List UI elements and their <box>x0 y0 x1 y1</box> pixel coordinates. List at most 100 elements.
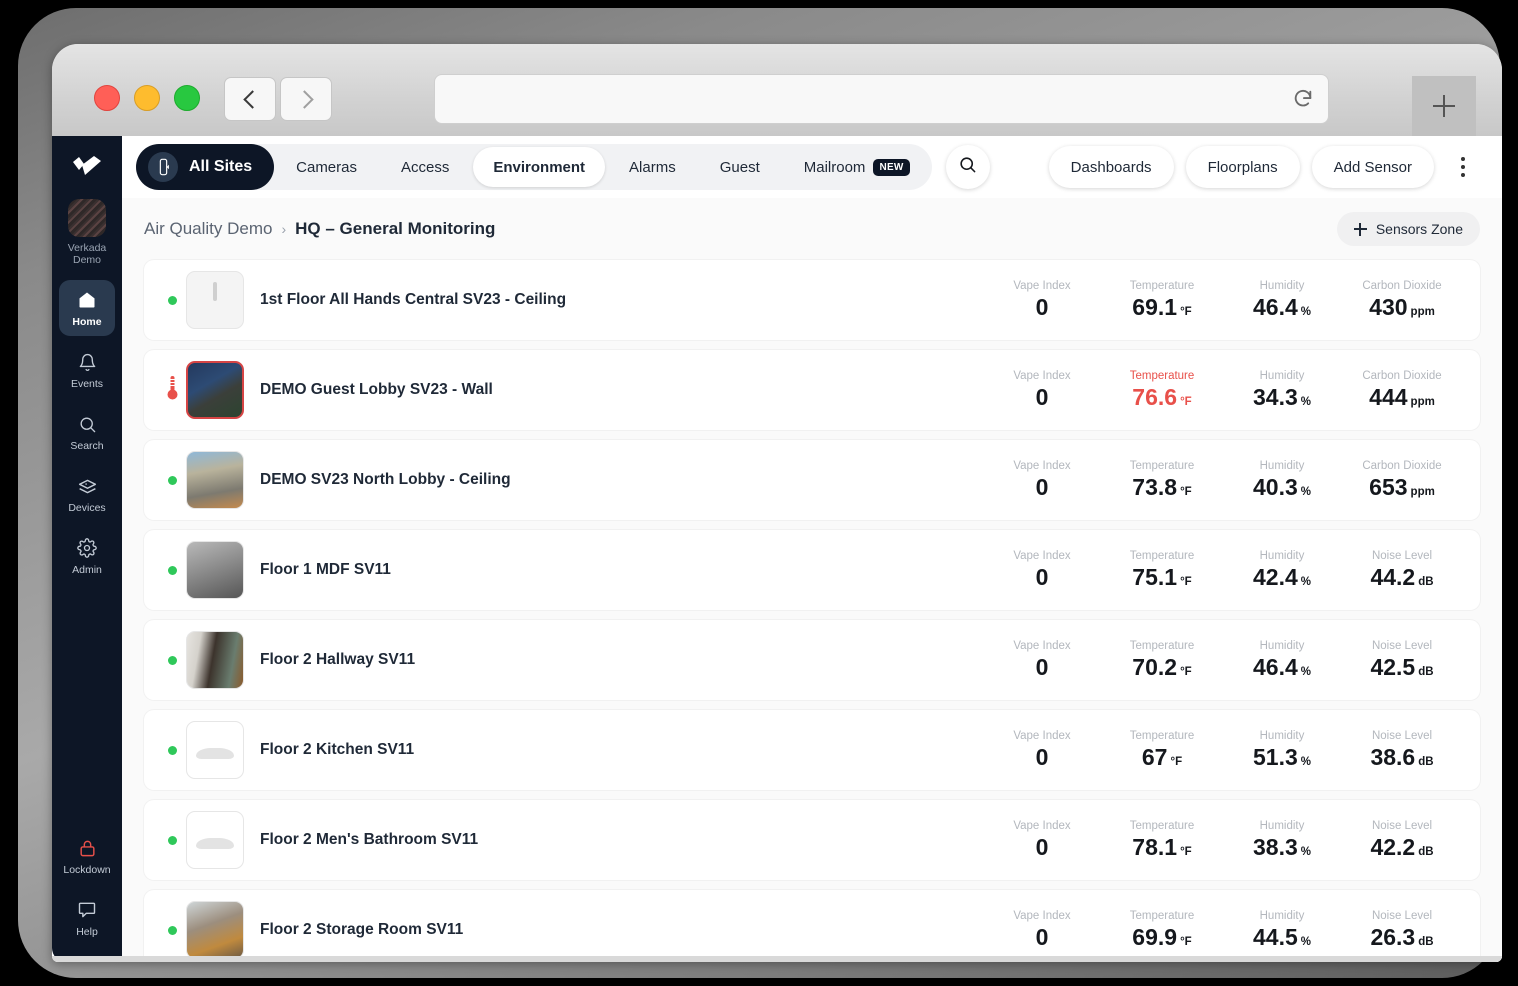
verkada-logo-icon[interactable] <box>72 156 102 183</box>
metric-value: 0 <box>1035 834 1049 860</box>
tab-access[interactable]: Access <box>381 148 469 186</box>
metric-value-row: 69.9 °F <box>1102 926 1222 950</box>
metric-unit: °F <box>1170 756 1183 768</box>
sensor-name: Floor 2 Men's Bathroom SV11 <box>260 831 479 848</box>
global-search-button[interactable] <box>945 145 990 189</box>
dashboards-button[interactable]: Dashboards <box>1048 146 1174 188</box>
reload-icon[interactable] <box>1292 88 1314 110</box>
sidebar-item-search[interactable]: Search <box>59 404 115 460</box>
sensor-thumbnail[interactable] <box>186 811 244 869</box>
sensor-thumbnail[interactable] <box>186 901 244 959</box>
metric-value-row: 38.6 dB <box>1342 746 1462 770</box>
breadcrumb-root[interactable]: Air Quality Demo <box>144 219 272 239</box>
table-row[interactable]: Floor 1 MDF SV11 Vape Index 0 Temperature 75… <box>144 530 1480 610</box>
metric-value: 0 <box>1035 924 1049 950</box>
metric-value: 75.1 <box>1132 564 1178 590</box>
status-badge <box>158 745 186 755</box>
table-row[interactable]: Floor 2 Storage Room SV11 Vape Index 0 Temp… <box>144 890 1480 962</box>
metric-vape-index: Vape Index 0 <box>982 280 1102 320</box>
sidebar-item-lockdown[interactable]: Lockdown <box>59 828 115 884</box>
table-row[interactable]: DEMO SV23 North Lobby - Ceiling Vape Inde… <box>144 440 1480 520</box>
sidebar-item-events[interactable]: Events <box>59 342 115 398</box>
add-sensor-button[interactable]: Add Sensor <box>1311 146 1434 188</box>
metric-label: Noise Level <box>1371 730 1433 742</box>
sidebar-item-help[interactable]: Help <box>59 890 115 946</box>
browser-forward-button[interactable] <box>280 77 332 121</box>
table-row[interactable]: Floor 2 Men's Bathroom SV11 Vape Index 0 Te… <box>144 800 1480 880</box>
sensor-thumbnail[interactable] <box>186 721 244 779</box>
metric-value-row: 40.3% <box>1222 476 1342 500</box>
sensor-thumbnail[interactable] <box>186 631 244 689</box>
metric-value-row: 0 <box>982 476 1102 500</box>
address-bar[interactable] <box>434 74 1329 124</box>
sensor-thumbnail[interactable] <box>186 451 244 509</box>
browser-back-button[interactable] <box>224 77 276 121</box>
metric-temperature: Temperature 69.1 °F <box>1102 280 1222 320</box>
tab-cameras[interactable]: Cameras <box>276 148 377 186</box>
sensor-name: Floor 1 MDF SV11 <box>260 561 391 578</box>
table-row[interactable]: DEMO Guest Lobby SV23 - Wall Vape Index 0 T… <box>144 350 1480 430</box>
sensor-thumbnail[interactable] <box>186 541 244 599</box>
tab-alarms[interactable]: Alarms <box>609 148 696 186</box>
window-close-button[interactable] <box>94 85 120 111</box>
metric-label: Temperature <box>1129 640 1195 652</box>
metric-value-row: 0 <box>982 656 1102 680</box>
sensors-zone-label: Sensors Zone <box>1375 221 1463 237</box>
lock-icon <box>78 837 97 859</box>
metric-label: Carbon Dioxide <box>1362 280 1442 292</box>
metric-value: 69.1 <box>1132 294 1178 320</box>
metric-value: 42.5 <box>1370 654 1416 680</box>
metric-value-row: 76.6 °F <box>1102 386 1222 410</box>
tab-mailroom[interactable]: Mailroom NEW <box>784 148 930 186</box>
tab-guest[interactable]: Guest <box>700 148 780 186</box>
sidebar-item-devices[interactable]: Devices <box>59 466 115 522</box>
sensor-name: Floor 2 Storage Room SV11 <box>260 921 464 938</box>
metric-unit: dB <box>1418 936 1434 948</box>
metric-temperature: Temperature 70.2 °F <box>1102 640 1222 680</box>
url-input[interactable] <box>449 91 1292 107</box>
metric-value-row: 73.8 °F <box>1102 476 1222 500</box>
sensor-thumbnail[interactable] <box>186 361 244 419</box>
status-dot-icon <box>167 745 177 755</box>
metric-label: Humidity <box>1259 730 1305 742</box>
tab-environment[interactable]: Environment <box>473 147 606 187</box>
floorplans-button[interactable]: Floorplans <box>1185 146 1300 188</box>
all-sites-selector[interactable]: All Sites <box>136 144 275 190</box>
metric-label: Vape Index <box>1013 910 1071 922</box>
organization-switcher[interactable]: Verkada Demo <box>68 199 106 266</box>
metric-value: 430 <box>1369 294 1408 320</box>
sidebar-item-admin[interactable]: Admin <box>59 528 115 584</box>
metric-unit: °F <box>1180 486 1192 498</box>
metric-noise-level: Noise Level 42.5 dB <box>1342 640 1462 680</box>
metric-unit: dB <box>1418 756 1434 768</box>
more-vertical-icon[interactable] <box>1446 146 1480 188</box>
metric-value-row: 430 ppm <box>1342 296 1462 320</box>
metric-group: Vape Index 0 Temperature 69.9 °F Humidity 44.5… <box>982 910 1462 950</box>
dashboards-label: Dashboards <box>1070 158 1152 176</box>
breadcrumb: Air Quality Demo › HQ – General Monitori… <box>144 219 495 239</box>
metric-unit: dB <box>1418 576 1434 588</box>
metric-unit: % <box>1300 936 1311 948</box>
metric-label: Vape Index <box>1013 730 1071 742</box>
window-minimize-button[interactable] <box>134 85 160 111</box>
search-icon <box>958 155 977 179</box>
sensor-thumbnail[interactable] <box>186 271 244 329</box>
metric-value-row: 0 <box>982 746 1102 770</box>
window-maximize-button[interactable] <box>174 85 200 111</box>
metric-temperature: Temperature 67 °F <box>1102 730 1222 770</box>
search-icon <box>78 413 97 435</box>
table-row[interactable]: 1st Floor All Hands Central SV23 - Ceili… <box>144 260 1480 340</box>
new-tab-button[interactable] <box>1412 76 1476 136</box>
metric-value: 26.3 <box>1370 924 1416 950</box>
metric-value: 69.9 <box>1132 924 1178 950</box>
metric-value-row: 46.4% <box>1222 296 1342 320</box>
table-row[interactable]: Floor 2 Hallway SV11 Vape Index 0 Temperatu… <box>144 620 1480 700</box>
metric-value-row: 67 °F <box>1102 746 1222 770</box>
add-sensor-label: Add Sensor <box>1333 158 1412 176</box>
tab-cameras-label: Cameras <box>296 158 357 176</box>
metric-temperature: Temperature 69.9 °F <box>1102 910 1222 950</box>
table-row[interactable]: Floor 2 Kitchen SV11 Vape Index 0 Temperatu… <box>144 710 1480 790</box>
sidebar-item-home[interactable]: Home <box>59 280 115 336</box>
add-sensors-zone-button[interactable]: Sensors Zone <box>1336 212 1480 246</box>
metric-group: Vape Index 0 Temperature 76.6 °F Humidity 34.3… <box>982 370 1462 410</box>
